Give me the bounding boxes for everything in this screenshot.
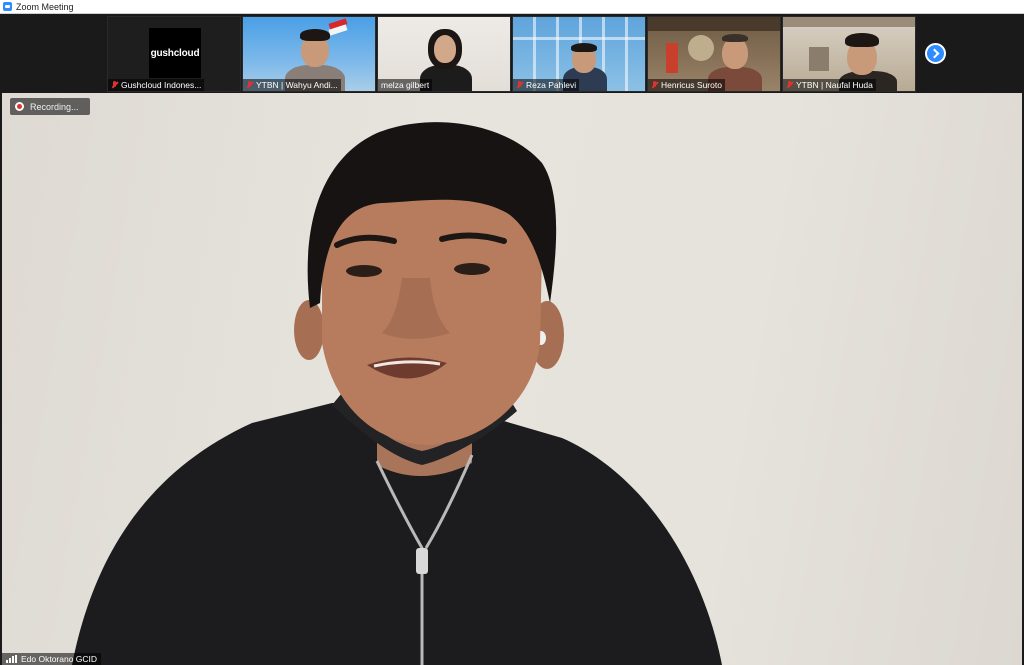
recording-label: Recording... [30,101,79,112]
recording-dot-icon [15,102,24,111]
participant-tile[interactable]: YTBN | Naufal Huda [782,16,916,92]
participant-name-bar: YTBN | Wahyu Andi... [243,79,341,91]
participant-name-bar: melza gilbert [378,79,433,91]
participant-name: YTBN | Naufal Huda [796,80,873,90]
active-speaker-video[interactable]: Recording... Edo Oktorano GCID [2,93,1022,665]
recording-indicator[interactable]: Recording... [10,98,90,115]
participant-name: Gushcloud Indones... [121,80,202,90]
participant-tile[interactable]: gushcloud Gushcloud Indones... [107,16,241,92]
participant-name-bar: Gushcloud Indones... [108,79,205,91]
participant-name-bar: Henricus Suroto [648,79,725,91]
participant-tile[interactable]: Henricus Suroto [647,16,781,92]
gallery-strip: gushcloud Gushcloud Indones... YTBN | Wa… [0,15,1024,93]
speaker-video-feed [72,122,722,665]
participant-name: melza gilbert [381,80,430,90]
participant-name: Reza Pahlevi [526,80,577,90]
participant-name-bar: Reza Pahlevi [513,79,580,91]
gushcloud-logo: gushcloud [149,28,201,78]
signal-strength-icon [6,655,17,663]
active-speaker-name-bar: Edo Oktorano GCID [2,653,102,665]
participant-name: YTBN | Wahyu Andi... [256,80,338,90]
logo-text: gushcloud [150,47,200,59]
participant-tile[interactable]: melza gilbert [377,16,511,92]
participant-name-bar: YTBN | Naufal Huda [783,79,876,91]
window-title-bar: Zoom Meeting [0,0,1024,14]
active-speaker-name: Edo Oktorano GCID [21,654,98,664]
zoom-camera-icon [3,2,12,11]
participant-tile[interactable]: Reza Pahlevi [512,16,646,92]
muted-mic-icon [786,81,793,89]
muted-mic-icon [651,81,658,89]
muted-mic-icon [111,81,118,89]
chevron-right-icon[interactable] [925,43,946,64]
participant-tile[interactable]: YTBN | Wahyu Andi... [242,16,376,92]
participant-name: Henricus Suroto [661,80,722,90]
window-title: Zoom Meeting [16,1,74,12]
muted-mic-icon [516,81,523,89]
muted-mic-icon [246,81,253,89]
